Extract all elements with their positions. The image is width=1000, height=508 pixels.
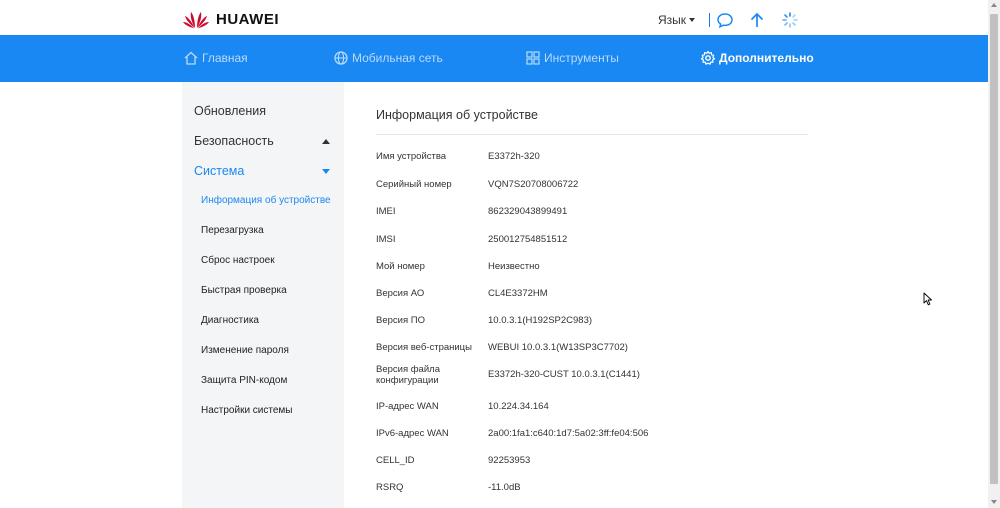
row-value-my-number: Неизвестно (488, 261, 540, 272)
sidebar-sub-quick-check[interactable]: Быстрая проверка (201, 285, 287, 296)
sidebar-sub-diagnostics[interactable]: Диагностика (201, 315, 259, 326)
row-label-rsrq: RSRQ (376, 482, 404, 493)
row-label-wan-ip: IP-адрес WAN (376, 401, 439, 412)
nav-item-mobile-network[interactable]: Мобильная сеть (333, 50, 443, 66)
language-label: Язык (658, 13, 687, 27)
sidebar-sub-reboot[interactable]: Перезагрузка (201, 225, 264, 236)
top-header: HUAWEI Язык (0, 0, 988, 35)
row-value-wan-ipv6: 2a00:1fa1:c640:1d7:5a02:3ff:fe04:506 (488, 428, 649, 439)
sidebar-item-updates[interactable]: Обновления (194, 104, 266, 118)
row-value-cell-id: 92253953 (488, 455, 531, 466)
nav-item-home[interactable]: Главная (183, 50, 248, 66)
row-label-imsi: IMSI (376, 234, 396, 245)
caret-down-icon (689, 18, 696, 22)
expand-arrow-icon[interactable] (322, 169, 330, 174)
sidebar-sub-system-settings[interactable]: Настройки системы (201, 405, 293, 416)
gear-icon (700, 50, 716, 65)
row-value-config-version: E3372h-320-CUST 10.0.3.1(C1441) (488, 369, 640, 380)
row-label-sw-version: Версия ПО (376, 315, 425, 326)
globe-icon (334, 51, 348, 65)
sidebar-sub-pin-protection[interactable]: Защита PIN-кодом (201, 375, 287, 386)
row-label-cell-id: CELL_ID (376, 455, 415, 466)
sidebar-sub-reset[interactable]: Сброс настроек (201, 255, 275, 266)
row-label-imei: IMEI (376, 206, 396, 217)
mouse-pointer-icon (923, 292, 932, 306)
row-value-serial: VQN7S20708006722 (488, 179, 579, 190)
sidebar-sub-device-info[interactable]: Информация об устройстве (201, 195, 331, 206)
message-icon[interactable] (716, 11, 734, 29)
row-value-imei: 862329043899491 (488, 206, 568, 217)
row-value-hw-version: CL4E3372HM (488, 288, 548, 299)
page-scrollbar[interactable] (988, 0, 1000, 508)
row-value-rsrq: -11.0dB (488, 482, 521, 493)
brand-name: HUAWEI (216, 10, 279, 28)
nav-item-tools[interactable]: Инструменты (525, 50, 619, 66)
row-value-webui-version: WEBUI 10.0.3.1(W13SP3C7702) (488, 342, 628, 353)
sidebar-sub-change-password[interactable]: Изменение пароля (201, 345, 289, 356)
page-title: Информация об устройстве (376, 108, 538, 122)
row-value-device-name: E3372h-320 (488, 151, 540, 162)
language-selector[interactable]: Язык (658, 13, 696, 27)
nav-item-label: Инструменты (544, 51, 619, 65)
row-label-wan-ipv6: IPv6-адрес WAN (376, 428, 449, 439)
tools-icon (526, 51, 540, 65)
huawei-flower-icon (183, 12, 209, 29)
nav-item-label: Главная (202, 51, 248, 65)
row-label-my-number: Мой номер (376, 261, 425, 272)
row-label-device-name: Имя устройства (376, 151, 447, 162)
row-value-imsi: 250012754851512 (488, 234, 568, 245)
header-divider (709, 13, 710, 27)
nav-item-advanced[interactable]: Дополнительно (700, 50, 814, 66)
row-label-serial: Серийный номер (376, 179, 452, 190)
sidebar-item-security[interactable]: Безопасность (194, 134, 274, 148)
scroll-up-icon[interactable] (991, 3, 997, 7)
nav-item-label: Дополнительно (719, 51, 814, 65)
main-nav: Главная Мобильная сеть Инструменты Допол… (0, 35, 988, 82)
collapse-arrow-icon[interactable] (322, 139, 330, 144)
row-label-hw-version: Версия АО (376, 288, 425, 299)
row-label-config-version: Версия файла конфигурации (376, 364, 440, 386)
loading-icon (782, 12, 798, 28)
nav-item-label: Мобильная сеть (352, 51, 443, 65)
huawei-logo[interactable]: HUAWEI (182, 9, 279, 29)
sidebar-item-system[interactable]: Система (194, 164, 244, 178)
row-label-webui-version: Версия веб-страницы (376, 342, 472, 353)
sidebar: Обновления Безопасность Система Информац… (182, 82, 344, 508)
title-divider (376, 134, 808, 135)
scrollbar-thumb[interactable] (990, 14, 998, 484)
home-icon (184, 51, 198, 65)
row-value-sw-version: 10.0.3.1(H192SP2C983) (488, 315, 593, 326)
scroll-down-icon[interactable] (991, 500, 997, 504)
upload-icon[interactable] (748, 11, 766, 29)
row-value-wan-ip: 10.224.34.164 (488, 401, 549, 412)
